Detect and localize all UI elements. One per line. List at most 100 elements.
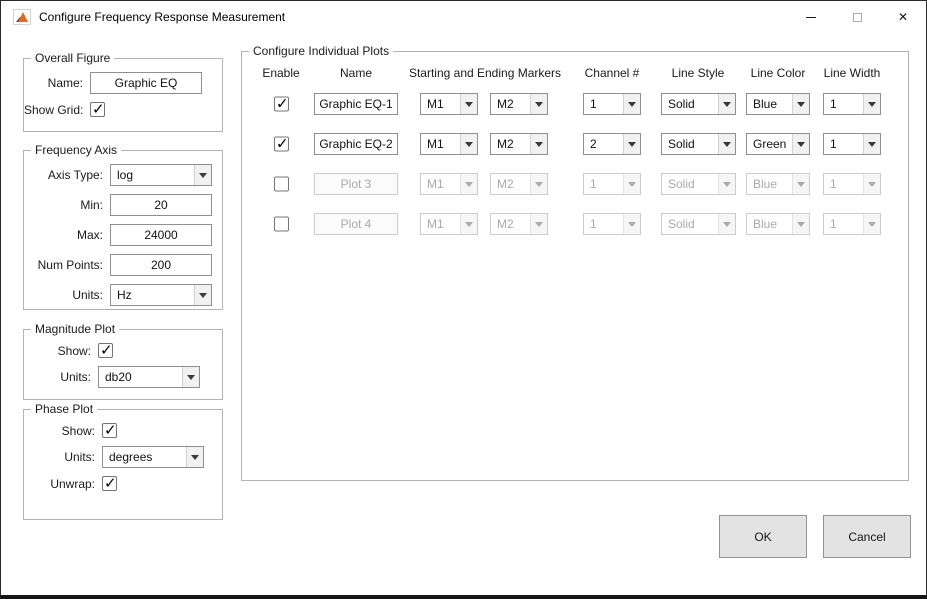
num-points-label: Num Points: [24, 258, 110, 272]
line-style-select[interactable]: Solid [661, 93, 736, 115]
figure-name-label: Name: [24, 76, 90, 90]
plot-name-input[interactable] [314, 93, 398, 115]
line-color-select[interactable]: Green [746, 133, 810, 155]
chevron-down-icon [863, 174, 880, 194]
end-marker-select[interactable]: M2 [490, 93, 548, 115]
plot-row: M1 M2 1 Solid Blue 1 [242, 204, 908, 244]
line-style-value: Solid [662, 134, 718, 154]
phase-unwrap-label: Unwrap: [24, 477, 102, 491]
axis-type-select[interactable]: log [110, 164, 212, 186]
end-marker-select[interactable]: M2 [490, 213, 548, 235]
line-style-value: Solid [662, 214, 718, 234]
plots-table-header: Enable Name Starting and Ending Markers … [242, 66, 908, 84]
chevron-down-icon [718, 214, 735, 234]
chevron-down-icon [460, 214, 477, 234]
freq-min-input[interactable] [110, 194, 212, 216]
line-color-select[interactable]: Blue [746, 173, 810, 195]
end-marker-value: M2 [491, 174, 530, 194]
phase-units-select[interactable]: degrees [102, 446, 204, 468]
magnitude-units-select[interactable]: db20 [98, 366, 200, 388]
line-style-select[interactable]: Solid [661, 173, 736, 195]
chevron-down-icon [792, 214, 809, 234]
form-row: Show Grid: [24, 102, 222, 117]
line-color-select[interactable]: Blue [746, 93, 810, 115]
cancel-button[interactable]: Cancel [823, 515, 911, 558]
start-marker-value: M1 [421, 94, 460, 114]
chevron-down-icon [460, 134, 477, 154]
chevron-down-icon [863, 214, 880, 234]
chevron-down-icon [718, 174, 735, 194]
show-grid-label: Show Grid: [24, 103, 90, 117]
chevron-down-icon [623, 94, 640, 114]
line-width-select[interactable]: 1 [823, 93, 881, 115]
overall-figure-group: Overall Figure Name: Show Grid: [23, 58, 223, 132]
line-width-value: 1 [824, 134, 863, 154]
header-line-style: Line Style [658, 66, 738, 80]
chevron-down-icon [623, 214, 640, 234]
channel-select[interactable]: 1 [583, 173, 641, 195]
form-row: Unwrap: [24, 476, 222, 491]
channel-select[interactable]: 1 [583, 213, 641, 235]
chevron-down-icon [792, 94, 809, 114]
freq-max-input[interactable] [110, 224, 212, 246]
end-marker-value: M2 [491, 94, 530, 114]
line-color-select[interactable]: Blue [746, 213, 810, 235]
line-width-select[interactable]: 1 [823, 173, 881, 195]
minimize-button[interactable] [788, 1, 834, 33]
maximize-button[interactable] [834, 1, 880, 33]
matlab-app-icon [13, 9, 31, 25]
channel-value: 2 [584, 134, 623, 154]
plot-enable-checkbox[interactable] [274, 97, 289, 112]
phase-show-checkbox[interactable] [102, 423, 117, 438]
plot-row: M1 M2 2 Solid Green 1 [242, 124, 908, 164]
end-marker-select[interactable]: M2 [490, 173, 548, 195]
chevron-down-icon [863, 134, 880, 154]
axis-type-label: Axis Type: [24, 168, 110, 182]
freq-min-label: Min: [24, 198, 110, 212]
phase-units-value: degrees [103, 447, 186, 467]
form-row: Units: db20 [24, 366, 222, 388]
show-grid-checkbox[interactable] [90, 102, 105, 117]
line-width-select[interactable]: 1 [823, 133, 881, 155]
maximize-icon [853, 13, 862, 22]
line-style-value: Solid [662, 174, 718, 194]
line-color-value: Blue [747, 214, 792, 234]
frequency-axis-group-title: Frequency Axis [31, 143, 121, 158]
plot-enable-checkbox[interactable] [274, 137, 289, 152]
start-marker-select[interactable]: M1 [420, 93, 478, 115]
plot-enable-checkbox[interactable] [274, 177, 289, 192]
line-style-select[interactable]: Solid [661, 213, 736, 235]
line-style-select[interactable]: Solid [661, 133, 736, 155]
plot-name-input[interactable] [314, 213, 398, 235]
start-marker-value: M1 [421, 214, 460, 234]
line-width-select[interactable]: 1 [823, 213, 881, 235]
num-points-input[interactable] [110, 254, 212, 276]
freq-units-select[interactable]: Hz [110, 284, 212, 306]
phase-units-label: Units: [24, 450, 102, 464]
close-icon: ✕ [898, 11, 908, 23]
form-row: Max: [24, 224, 222, 246]
chevron-down-icon [863, 94, 880, 114]
overall-figure-group-title: Overall Figure [31, 51, 114, 66]
channel-select[interactable]: 2 [583, 133, 641, 155]
form-row: Name: [24, 72, 222, 94]
start-marker-select[interactable]: M1 [420, 133, 478, 155]
chevron-down-icon [460, 94, 477, 114]
start-marker-select[interactable]: M1 [420, 173, 478, 195]
channel-select[interactable]: 1 [583, 93, 641, 115]
plot-name-input[interactable] [314, 133, 398, 155]
ok-button[interactable]: OK [719, 515, 807, 558]
freq-units-value: Hz [111, 285, 194, 305]
end-marker-select[interactable]: M2 [490, 133, 548, 155]
plot-name-input[interactable] [314, 173, 398, 195]
close-button[interactable]: ✕ [880, 1, 926, 33]
plot-enable-checkbox[interactable] [274, 217, 289, 232]
chevron-down-icon [792, 134, 809, 154]
individual-plots-group: Configure Individual Plots Enable Name S… [241, 51, 909, 481]
start-marker-select[interactable]: M1 [420, 213, 478, 235]
figure-name-input[interactable] [90, 72, 202, 94]
chevron-down-icon [186, 447, 203, 467]
start-marker-value: M1 [421, 174, 460, 194]
magnitude-show-checkbox[interactable] [98, 343, 113, 358]
phase-unwrap-checkbox[interactable] [102, 476, 117, 491]
